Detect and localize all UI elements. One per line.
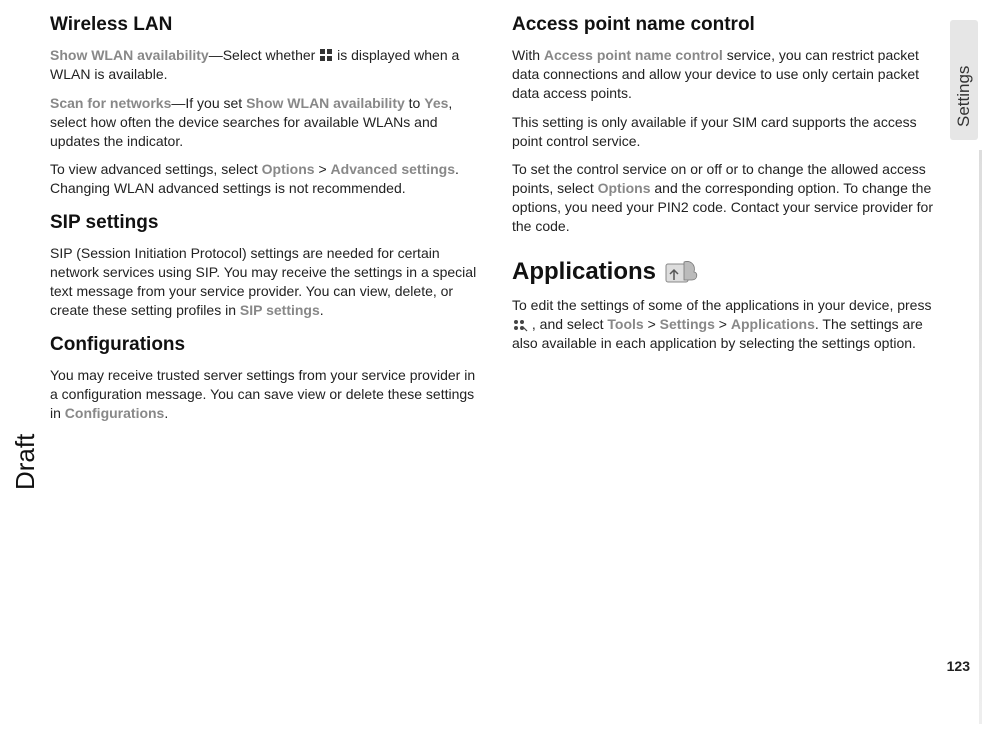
label-show-wlan-availability-ref: Show WLAN availability bbox=[246, 95, 405, 111]
text: to bbox=[405, 95, 424, 111]
label-tools: Tools bbox=[607, 316, 643, 332]
label-advanced-settings: Advanced settings bbox=[331, 161, 455, 177]
right-column: Access point name control With Access po… bbox=[512, 10, 944, 724]
separator: > bbox=[644, 316, 660, 332]
label-options: Options bbox=[598, 180, 651, 196]
label-apn-control: Access point name control bbox=[544, 47, 723, 63]
label-options: Options bbox=[262, 161, 315, 177]
wireless-lan-heading: Wireless LAN bbox=[50, 14, 482, 36]
text: . bbox=[320, 302, 324, 318]
text: , and select bbox=[528, 316, 607, 332]
sip-para-1: SIP (Session Initiation Protocol) settin… bbox=[50, 244, 482, 320]
side-tab-settings: Settings bbox=[950, 20, 978, 140]
menu-key-icon bbox=[512, 318, 528, 332]
text: To view advanced settings, select bbox=[50, 161, 262, 177]
applications-heading-text: Applications bbox=[512, 258, 656, 286]
sip-settings-heading: SIP settings bbox=[50, 212, 482, 234]
wlan-para-2: Scan for networks—If you set Show WLAN a… bbox=[50, 94, 482, 151]
wlan-para-1: Show WLAN availability—Select whether is… bbox=[50, 46, 482, 84]
wlan-para-3: To view advanced settings, select Option… bbox=[50, 160, 482, 198]
decorative-line bbox=[979, 150, 982, 724]
apn-control-heading: Access point name control bbox=[512, 14, 944, 36]
text: . bbox=[164, 405, 168, 421]
left-column: Wireless LAN Show WLAN availability—Sele… bbox=[50, 10, 482, 724]
label-applications: Applications bbox=[731, 316, 815, 332]
label-scan-for-networks: Scan for networks bbox=[50, 95, 171, 111]
text: To edit the settings of some of the appl… bbox=[512, 297, 931, 313]
wlan-indicator-icon bbox=[319, 48, 333, 62]
text: —If you set bbox=[171, 95, 246, 111]
page-content: Wireless LAN Show WLAN availability—Sele… bbox=[0, 0, 984, 734]
apn-para-2: This setting is only available if your S… bbox=[512, 113, 944, 151]
label-show-wlan-availability: Show WLAN availability bbox=[50, 47, 209, 63]
label-sip-settings: SIP settings bbox=[240, 302, 320, 318]
applications-heading: Applications bbox=[512, 258, 944, 286]
separator: > bbox=[315, 161, 331, 177]
page-number: 123 bbox=[947, 658, 970, 674]
configurations-heading: Configurations bbox=[50, 334, 482, 356]
label-configurations: Configurations bbox=[65, 405, 165, 421]
label-settings: Settings bbox=[660, 316, 715, 332]
label-yes: Yes bbox=[424, 95, 448, 111]
conf-para-1: You may receive trusted server settings … bbox=[50, 366, 482, 423]
apn-para-3: To set the control service on or off or … bbox=[512, 160, 944, 236]
separator: > bbox=[715, 316, 731, 332]
apn-para-1: With Access point name control service, … bbox=[512, 46, 944, 103]
text: —Select whether bbox=[209, 47, 320, 63]
apps-para-1: To edit the settings of some of the appl… bbox=[512, 296, 944, 353]
watermark-draft: Draft bbox=[10, 434, 41, 490]
text: With bbox=[512, 47, 544, 63]
applications-icon bbox=[664, 258, 700, 286]
